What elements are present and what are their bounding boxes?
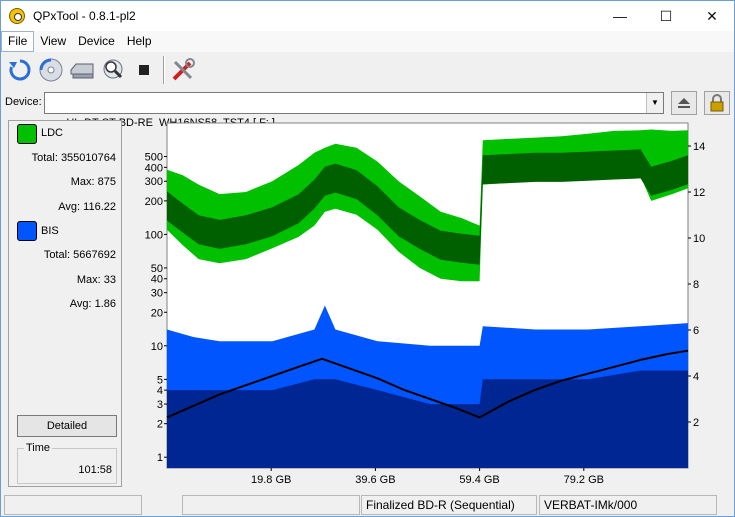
settings-tools-icon — [172, 58, 195, 81]
menu-help[interactable]: Help — [121, 31, 158, 52]
status-cell-1 — [4, 495, 142, 515]
magnify-button[interactable] — [98, 55, 128, 85]
y-left-tick-label: 2 — [157, 419, 163, 431]
time-value: 101:58 — [78, 464, 112, 476]
y-left-tick-label: 500 — [145, 152, 163, 164]
menu-device[interactable]: Device — [72, 31, 121, 52]
x-tick-label: 79.2 GB — [564, 474, 604, 486]
toolbar-separator — [163, 56, 165, 84]
toolbar — [1, 53, 734, 87]
menu-view[interactable]: View — [34, 31, 72, 52]
scan-chart: 1 2 3 4 5 10 20 30 40 50 100 200 300 400 500 2 4 6 8 10 12 14… — [126, 120, 730, 490]
y-left-tick-label: 100 — [145, 229, 163, 241]
bis-avg: Avg: 1.86 — [69, 298, 116, 310]
x-tick-label: 19.8 GB — [251, 474, 291, 486]
menu-file[interactable]: File — [1, 31, 35, 52]
time-label: Time — [24, 442, 53, 454]
time-group: Time 101:58 — [17, 442, 117, 484]
qpxtool-logo-icon — [9, 8, 25, 24]
y-left-tick-label: 5 — [157, 374, 163, 386]
magnify-icon — [103, 59, 123, 79]
x-tick-label: 59.4 GB — [459, 474, 499, 486]
y-right-tick-label: 8 — [693, 279, 699, 291]
y-left-tick-label: 1 — [157, 452, 163, 464]
bis-label: BIS — [41, 225, 59, 237]
device-select[interactable]: HL-DT-ST BD-RE WH16NS58 TST4 [ F: ] ▼ — [44, 92, 664, 129]
status-bar: Finalized BD-R (Sequential) VERBAT-IMk/0… — [1, 493, 734, 516]
y-left-tick-label: 30 — [151, 288, 163, 300]
close-icon: ✕ — [706, 7, 718, 24]
y-left-tick-label: 400 — [145, 162, 163, 174]
y-right-tick-label: 10 — [693, 233, 705, 245]
drive-info-button[interactable] — [67, 55, 97, 85]
drive-info-icon — [70, 63, 94, 79]
stats-panel: LDC Total: 355010764 Max: 875 Avg: 116.2… — [8, 120, 122, 487]
status-cell-2 — [182, 495, 360, 515]
refresh-icon — [9, 59, 31, 81]
device-label: Device: — [5, 96, 42, 108]
stop-button[interactable] — [129, 55, 159, 85]
y-left-tick-label: 300 — [145, 176, 163, 188]
y-left-tick-label: 200 — [145, 196, 163, 208]
y-right-tick-label: 2 — [693, 417, 699, 429]
refresh-button[interactable] — [5, 55, 35, 85]
scan-chart-svg: 1234510203040501002003004005002468101214… — [145, 122, 705, 486]
lock-button[interactable] — [704, 91, 730, 115]
window-title: QPxTool - 0.8.1-pl2 — [33, 9, 136, 23]
title-bar: QPxTool - 0.8.1-pl2 — ☐ ✕ — [1, 1, 734, 31]
y-left-tick-label: 4 — [157, 385, 163, 397]
maximize-button[interactable]: ☐ — [643, 1, 689, 31]
settings-tools-button[interactable] — [168, 55, 198, 85]
bis-total: Total: 5667692 — [43, 249, 116, 261]
disc-scan-icon — [39, 58, 63, 82]
bis-color-swatch — [17, 221, 37, 241]
y-left-tick-label: 40 — [151, 274, 163, 286]
minimize-icon: — — [613, 8, 627, 24]
app-window: QPxTool - 0.8.1-pl2 — ☐ ✕ File View Devi… — [0, 0, 735, 517]
detailed-button[interactable]: Detailed — [17, 415, 117, 437]
eject-icon — [678, 98, 690, 108]
media-id-status: VERBAT-IMk/000 — [539, 495, 717, 515]
bis-max: Max: 33 — [76, 274, 116, 286]
lock-icon — [710, 94, 724, 112]
eject-button[interactable] — [671, 91, 697, 115]
y-left-tick-label: 10 — [151, 341, 163, 353]
minimize-button[interactable]: — — [597, 1, 643, 31]
ldc-label: LDC — [41, 127, 64, 139]
stop-icon — [139, 65, 149, 75]
ldc-total: Total: 355010764 — [31, 152, 116, 164]
media-type-status: Finalized BD-R (Sequential) — [361, 495, 537, 515]
menu-bar: File View Device Help — [1, 31, 734, 52]
close-button[interactable]: ✕ — [689, 1, 735, 31]
device-bar: Device: HL-DT-ST BD-RE WH16NS58 TST4 [ F… — [1, 89, 734, 129]
y-left-tick-label: 50 — [151, 263, 163, 275]
ldc-color-swatch — [17, 124, 37, 144]
y-left-tick-label: 3 — [157, 399, 163, 411]
ldc-max: Max: 875 — [70, 176, 116, 188]
y-right-tick-label: 4 — [693, 371, 699, 383]
chevron-down-icon[interactable]: ▼ — [646, 93, 663, 113]
maximize-icon: ☐ — [659, 7, 673, 24]
y-right-tick-label: 12 — [693, 187, 705, 199]
y-right-tick-label: 6 — [693, 325, 699, 337]
y-right-tick-label: 14 — [693, 141, 705, 153]
disc-scan-button[interactable] — [36, 55, 66, 85]
y-left-tick-label: 20 — [151, 307, 163, 319]
ldc-avg: Avg: 116.22 — [58, 201, 116, 213]
x-tick-label: 39.6 GB — [355, 474, 395, 486]
